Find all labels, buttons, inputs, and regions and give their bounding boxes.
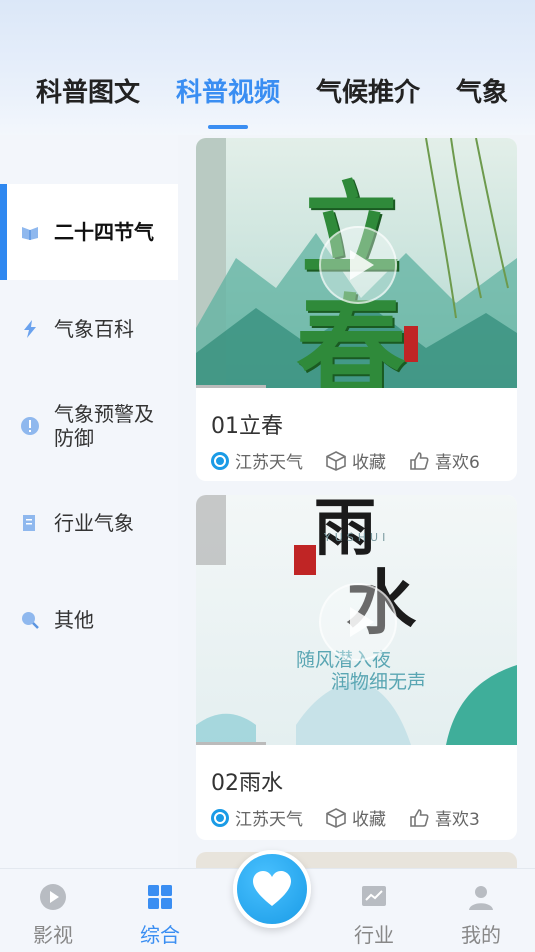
tab-climate-recommend[interactable]: 气候推介 (316, 72, 420, 109)
like-button[interactable]: 喜欢6 (408, 448, 480, 473)
video-thumbnail[interactable]: 立 春 (196, 138, 517, 388)
box-icon (326, 450, 346, 471)
video-progress-bar (196, 385, 266, 388)
box-icon (326, 807, 346, 828)
nav-label: 影视 (33, 923, 73, 947)
tab-science-articles[interactable]: 科普图文 (36, 72, 140, 109)
nav-item-profile[interactable]: 我的 (441, 883, 521, 948)
sidebar-item-label: 气象预警及防御 (54, 402, 154, 450)
sidebar-item-label: 行业气象 (54, 511, 134, 535)
collect-label: 收藏 (352, 810, 386, 830)
warning-icon (21, 417, 39, 435)
sidebar-item-label: 二十四节气 (54, 220, 154, 244)
nav-label: 我的 (461, 923, 501, 947)
search-icon (22, 612, 39, 629)
tab-meteorology[interactable]: 气象 (456, 72, 508, 109)
sidebar-item-other[interactable]: 其他 (0, 572, 178, 668)
collect-button[interactable]: 收藏 (325, 448, 386, 473)
like-label: 喜欢6 (435, 453, 480, 473)
tab-science-videos[interactable]: 科普视频 (176, 72, 280, 129)
video-meta: 江苏天气 收藏 喜欢3 (210, 805, 502, 830)
nav-item-movies[interactable]: 影视 (13, 883, 93, 948)
source-logo-icon (211, 808, 229, 827)
like-label: 喜欢3 (435, 810, 480, 830)
source-label: 江苏天气 (235, 453, 303, 473)
video-title: 02雨水 (211, 771, 283, 796)
video-source[interactable]: 江苏天气 (210, 805, 303, 830)
document-icon (23, 515, 35, 531)
video-meta: 江苏天气 收藏 喜欢6 (210, 448, 502, 473)
video-card[interactable]: 雨 YUSHUI 水 随风潜入夜 润物细无声 02雨水 江苏天气 收藏 喜欢3 (196, 495, 517, 840)
nav-label: 综合 (140, 923, 180, 947)
source-label: 江苏天气 (235, 810, 303, 830)
collect-button[interactable]: 收藏 (325, 805, 386, 830)
like-button[interactable]: 喜欢3 (408, 805, 480, 830)
nav-item-industry[interactable]: 行业 (334, 883, 414, 948)
sidebar-item-solar-terms[interactable]: 二十四节气 (0, 184, 178, 280)
sidebar-item-industry[interactable]: 行业气象 (0, 475, 178, 571)
heart-icon (253, 871, 291, 906)
user-icon (469, 886, 493, 910)
play-circle-icon (40, 884, 66, 910)
grid-icon (148, 885, 172, 909)
active-indicator (0, 184, 7, 280)
center-action-button[interactable] (233, 850, 311, 928)
sidebar-item-label: 气象百科 (54, 317, 134, 341)
sidebar: 二十四节气 气象百科 气象预警及防御 行业气象 其他 (0, 135, 178, 870)
video-thumbnail[interactable]: 雨 YUSHUI 水 随风潜入夜 润物细无声 (196, 495, 517, 745)
nav-label: 行业 (354, 923, 394, 947)
play-button[interactable] (319, 226, 397, 304)
thumbnail-poem-line-2: 润物细无声 (331, 671, 427, 693)
sidebar-item-label: 其他 (54, 608, 94, 632)
lightning-icon (24, 320, 36, 338)
source-logo-icon (211, 451, 229, 470)
thumbs-up-icon (410, 808, 429, 827)
active-tab-underline (208, 125, 249, 129)
video-source[interactable]: 江苏天气 (210, 448, 303, 473)
sidebar-item-warning[interactable]: 气象预警及防御 (0, 378, 178, 474)
video-title: 01立春 (211, 414, 283, 439)
thumbnail-caption: YUSHUI (324, 531, 390, 544)
video-progress-bar (196, 742, 266, 745)
book-icon (22, 227, 38, 240)
chart-icon (362, 886, 386, 906)
nav-item-general[interactable]: 综合 (120, 883, 200, 948)
video-card[interactable]: 立 春 01立春 江苏天气 收藏 喜欢6 (196, 138, 517, 481)
category-tabs: 科普图文 科普视频 气候推介 气象 (36, 72, 535, 129)
sidebar-item-encyclopedia[interactable]: 气象百科 (0, 281, 178, 377)
thumbs-up-icon (410, 451, 429, 470)
play-button[interactable] (319, 583, 397, 661)
top-tab-bar: 科普图文 科普视频 气候推介 气象 (0, 0, 535, 135)
collect-label: 收藏 (352, 453, 386, 473)
